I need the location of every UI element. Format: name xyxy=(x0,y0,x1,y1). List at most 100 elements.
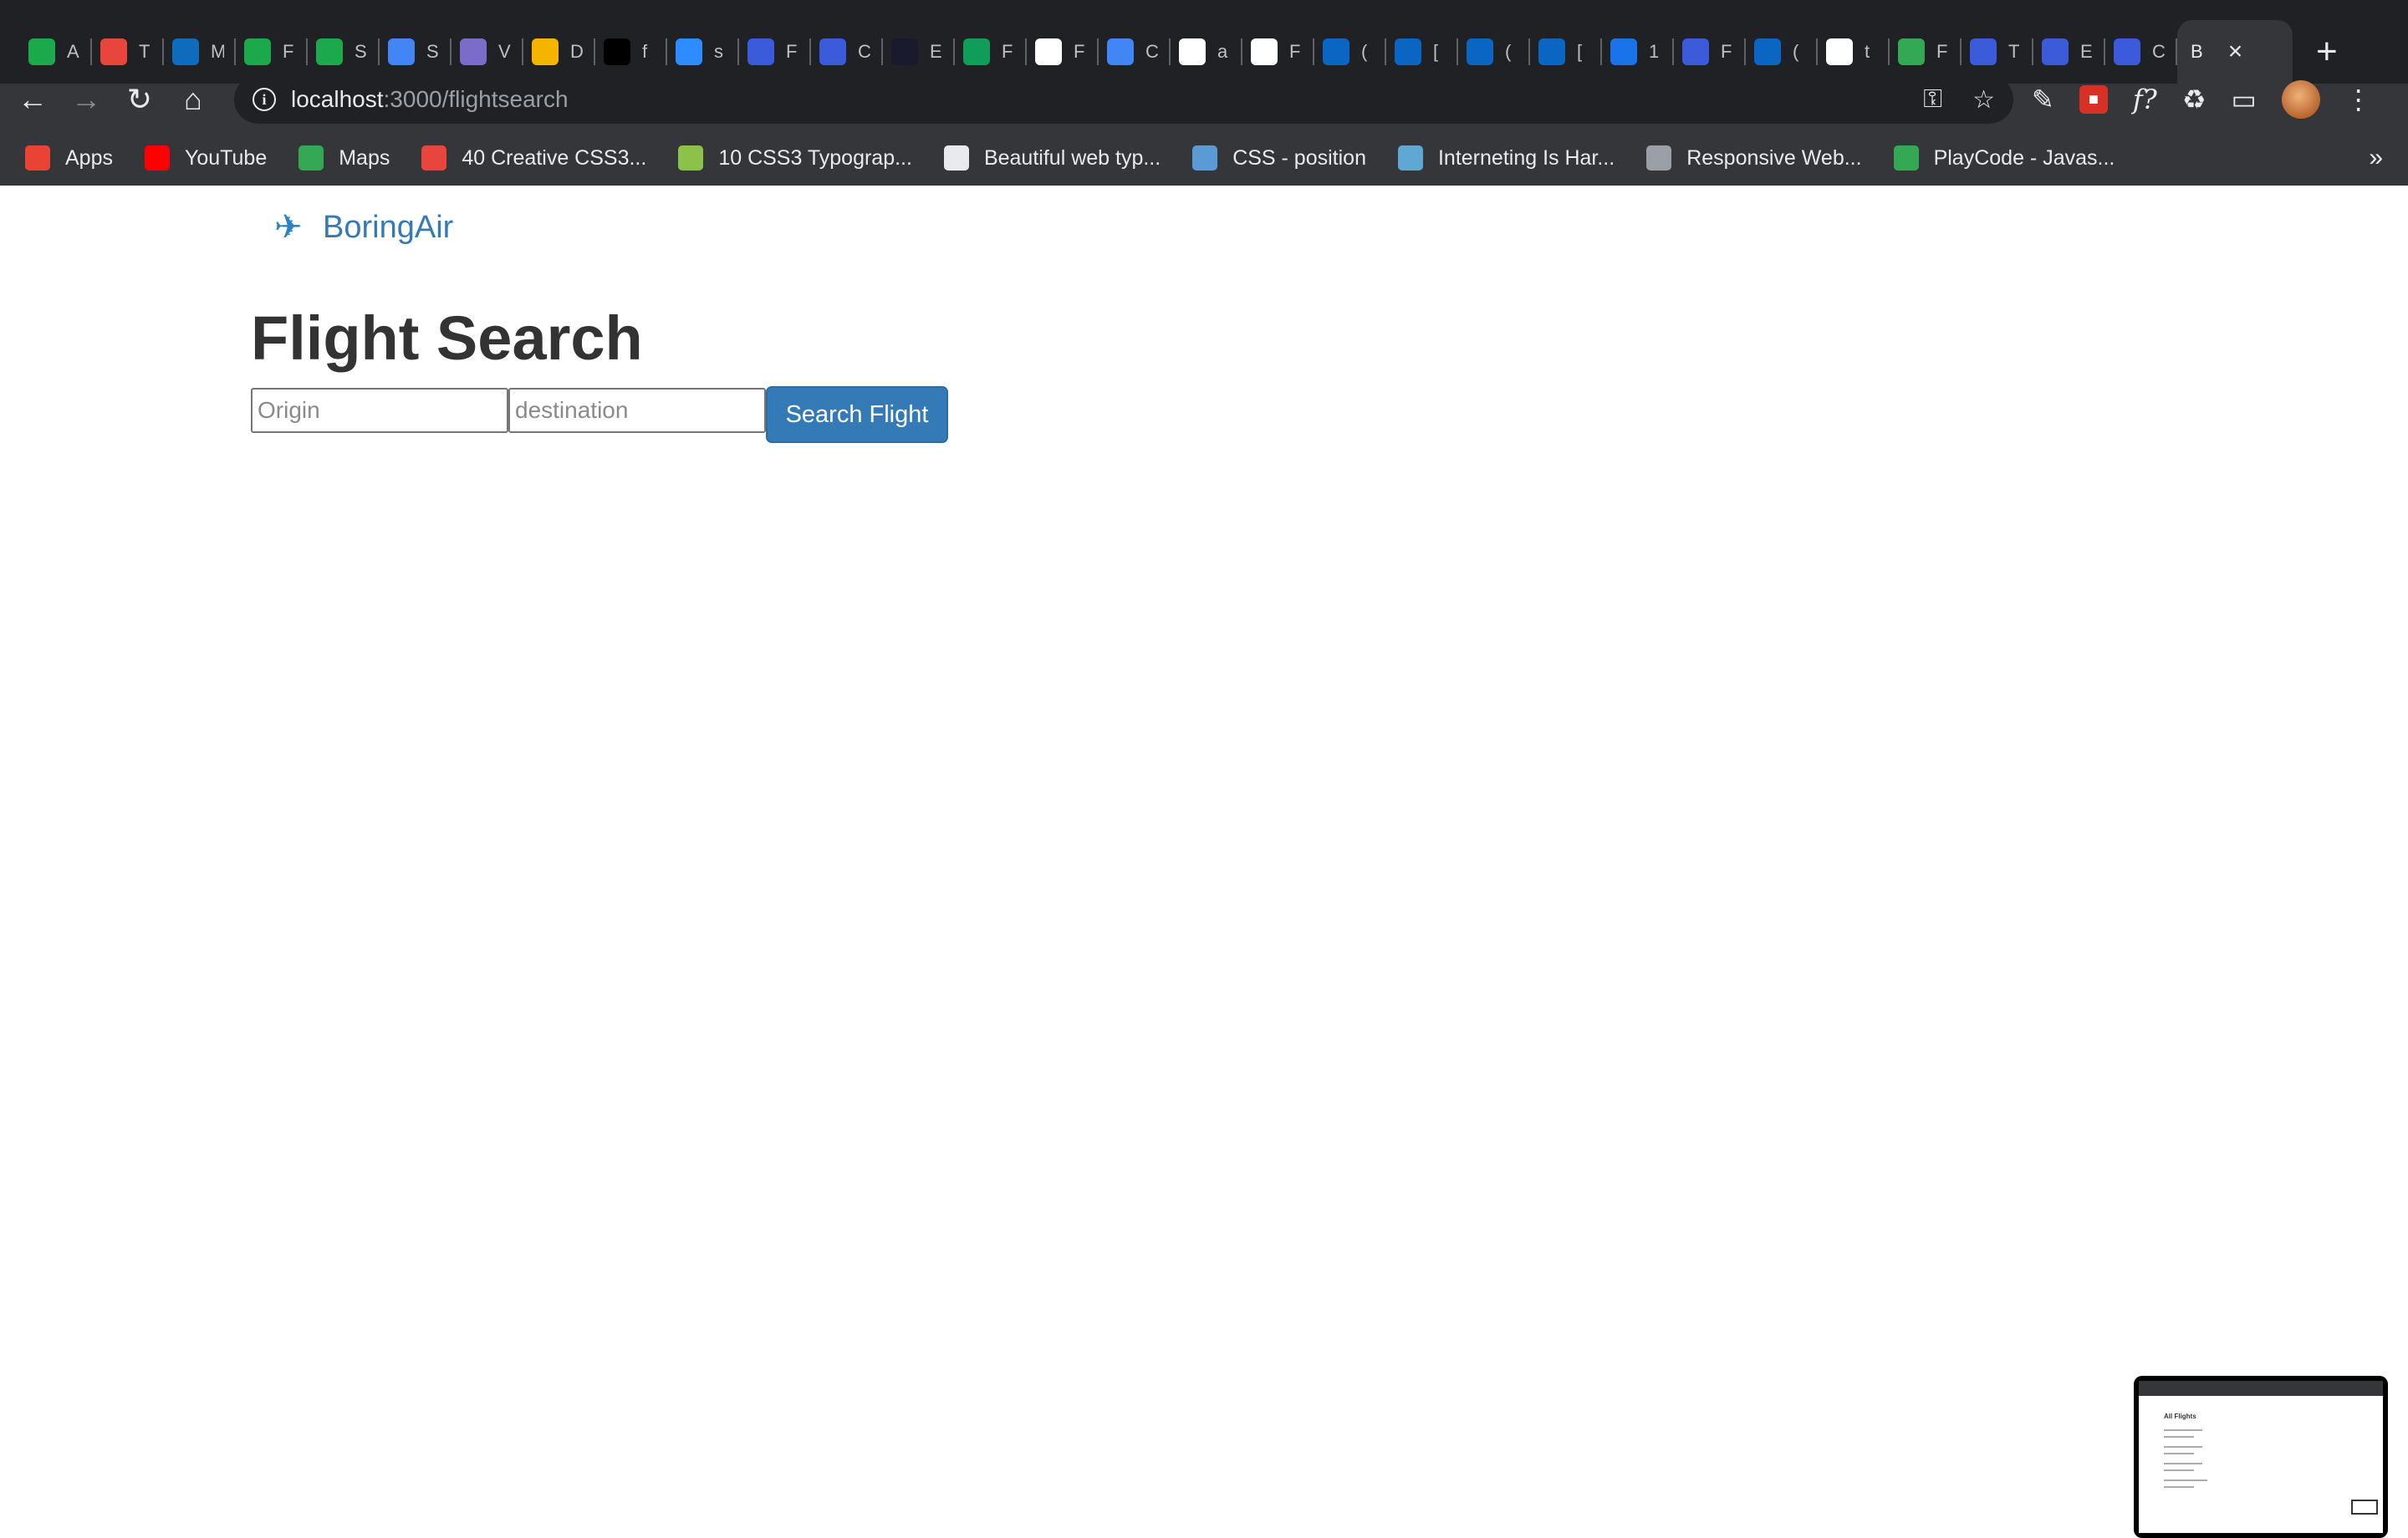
thumbnail-chrome xyxy=(2139,1381,2383,1396)
bookmark-label: YouTube xyxy=(184,145,268,170)
tab-title: [ xyxy=(1577,41,1583,62)
url-text[interactable]: localhost:3000/flightsearch xyxy=(291,86,569,113)
hackerrank-icon xyxy=(28,38,55,65)
cast-icon[interactable]: ▭ xyxy=(2232,84,2257,115)
thumbnail-line xyxy=(2164,1429,2202,1431)
kebab-menu-icon[interactable]: ⋮ xyxy=(2345,84,2372,115)
search-flight-button[interactable]: Search Flight xyxy=(766,386,948,443)
css-logo-icon xyxy=(1192,145,1218,171)
bookmark-item[interactable]: Interneting Is Har... xyxy=(1397,145,1615,171)
b-logo-icon xyxy=(891,38,918,65)
apps-grid-icon xyxy=(25,145,50,171)
tab-title: ( xyxy=(1361,41,1368,62)
bookmark-label: CSS - position xyxy=(1232,145,1366,170)
thumbnail-line xyxy=(2164,1436,2194,1438)
home-icon[interactable]: ⌂ xyxy=(172,79,214,120)
image-icon xyxy=(460,38,487,65)
tab-title: F xyxy=(1074,41,1085,62)
github-icon xyxy=(1251,38,1278,65)
tab-title: S xyxy=(355,41,367,62)
github-icon xyxy=(1826,38,1853,65)
bookmark-item[interactable]: Apps xyxy=(25,145,113,171)
address-bar[interactable]: i localhost:3000/flightsearch ⚿ ☆ xyxy=(234,75,2013,124)
t-logo-icon xyxy=(100,38,127,65)
destination-input[interactable] xyxy=(508,388,766,433)
youtube-icon xyxy=(144,145,170,171)
new-tab-button[interactable]: + xyxy=(2316,31,2338,73)
pen-extension-icon[interactable]: ✎ xyxy=(2032,84,2054,115)
brand-name: BoringAir xyxy=(323,209,454,245)
bookmark-item[interactable]: 10 CSS3 Typograp... xyxy=(678,145,912,171)
tab-title: f xyxy=(642,41,648,62)
calendar-icon xyxy=(1107,38,1134,65)
tab-title: ( xyxy=(1793,41,1799,62)
screen-recording-thumbnail[interactable]: All Flights xyxy=(2134,1376,2388,1538)
browser-toolbar: ← → ↻ ⌂ i localhost:3000/flightsearch ⚿ … xyxy=(0,74,2408,125)
thumbnail-preview: All Flights xyxy=(2139,1381,2383,1533)
key-icon[interactable]: ⚿ xyxy=(1923,85,1942,115)
tab-title: F xyxy=(1936,41,1948,62)
red-extension-icon[interactable]: ■ xyxy=(2079,85,2108,114)
origin-input[interactable] xyxy=(251,388,508,433)
tab-title: B xyxy=(2191,41,2203,62)
bookmark-label: 40 Creative CSS3... xyxy=(462,145,647,170)
globe-icon xyxy=(943,145,969,171)
tab-title: C xyxy=(858,41,871,62)
thumbnail-title: All Flights xyxy=(2164,1413,2196,1420)
avatar[interactable] xyxy=(2281,80,2320,119)
page-content: ✈ BoringAir Flight Search Search Flight … xyxy=(0,186,2408,1538)
wd-logo-icon xyxy=(421,145,447,171)
google-docs-icon xyxy=(388,38,415,65)
browser-chrome: A T M F S S V Df s F C E F F Ca F ([([1 F (t F T E C B × + ← → ↻ … xyxy=(0,0,2408,186)
c-logo-icon xyxy=(1970,38,1997,65)
tab-title: V xyxy=(498,41,511,62)
airplane-icon: ✈ xyxy=(274,209,303,246)
forward-arrow-icon[interactable]: → xyxy=(65,79,107,120)
c-logo-icon xyxy=(819,38,846,65)
bookmark-item[interactable]: Maps xyxy=(298,145,390,171)
reload-icon[interactable]: ↻ xyxy=(119,79,161,120)
info-icon[interactable]: i xyxy=(253,88,276,111)
bookmark-item[interactable]: Responsive Web... xyxy=(1646,145,1862,171)
tab-title: F xyxy=(1002,41,1013,62)
bookmark-item[interactable]: CSS - position xyxy=(1192,145,1366,171)
thumbnail-line xyxy=(2164,1446,2202,1448)
bookmarks-overflow-icon[interactable]: » xyxy=(2369,144,2383,172)
bookmark-item[interactable]: 40 Creative CSS3... xyxy=(421,145,646,171)
tab-title: F xyxy=(1289,41,1301,62)
bookmark-item[interactable]: YouTube xyxy=(144,145,268,171)
bookmark-label: 10 CSS3 Typograp... xyxy=(718,145,912,170)
tab-title: t xyxy=(1865,41,1870,62)
tab-strip: A T M F S S V Df s F C E F F Ca F ([([1 F (t F T E C B × + xyxy=(0,0,2408,84)
bookmark-label: Beautiful web typ... xyxy=(983,145,1161,170)
tab-title: E xyxy=(930,41,942,62)
url-host: localhost xyxy=(291,86,384,112)
thumbnail-line xyxy=(2164,1463,2202,1464)
star-icon[interactable]: ☆ xyxy=(1972,85,1995,115)
linkedin-icon xyxy=(1323,38,1349,65)
c-logo-icon xyxy=(2042,38,2069,65)
linkedin-icon xyxy=(1538,38,1565,65)
back-arrow-icon[interactable]: ← xyxy=(12,79,54,120)
a-logo-icon xyxy=(1610,38,1637,65)
bookmark-item[interactable]: PlayCode - Javas... xyxy=(1893,145,2115,171)
tab-title: 1 xyxy=(1649,41,1660,62)
linkedin-icon xyxy=(1395,38,1421,65)
github-icon xyxy=(1035,38,1062,65)
tab-title: T xyxy=(2008,41,2020,62)
fx-extension-icon[interactable]: f? xyxy=(2133,84,2157,115)
thumbnail-window-icon xyxy=(2351,1500,2378,1515)
bookmark-item[interactable]: Beautiful web typ... xyxy=(943,145,1161,171)
tab-title: M xyxy=(211,41,224,62)
c-logo-icon xyxy=(747,38,774,65)
code-brackets-icon xyxy=(1646,145,1672,171)
puzzle-icon[interactable]: ♻ xyxy=(2182,84,2206,115)
google-icon xyxy=(1179,38,1206,65)
tab-title: F xyxy=(283,41,294,62)
maps-pin-icon xyxy=(298,145,324,171)
hackerrank-icon xyxy=(316,38,343,65)
close-icon[interactable]: × xyxy=(2228,39,2243,64)
tab-title: [ xyxy=(1433,41,1439,62)
brand-link[interactable]: ✈ BoringAir xyxy=(274,209,453,246)
tab-title: a xyxy=(1217,41,1228,62)
